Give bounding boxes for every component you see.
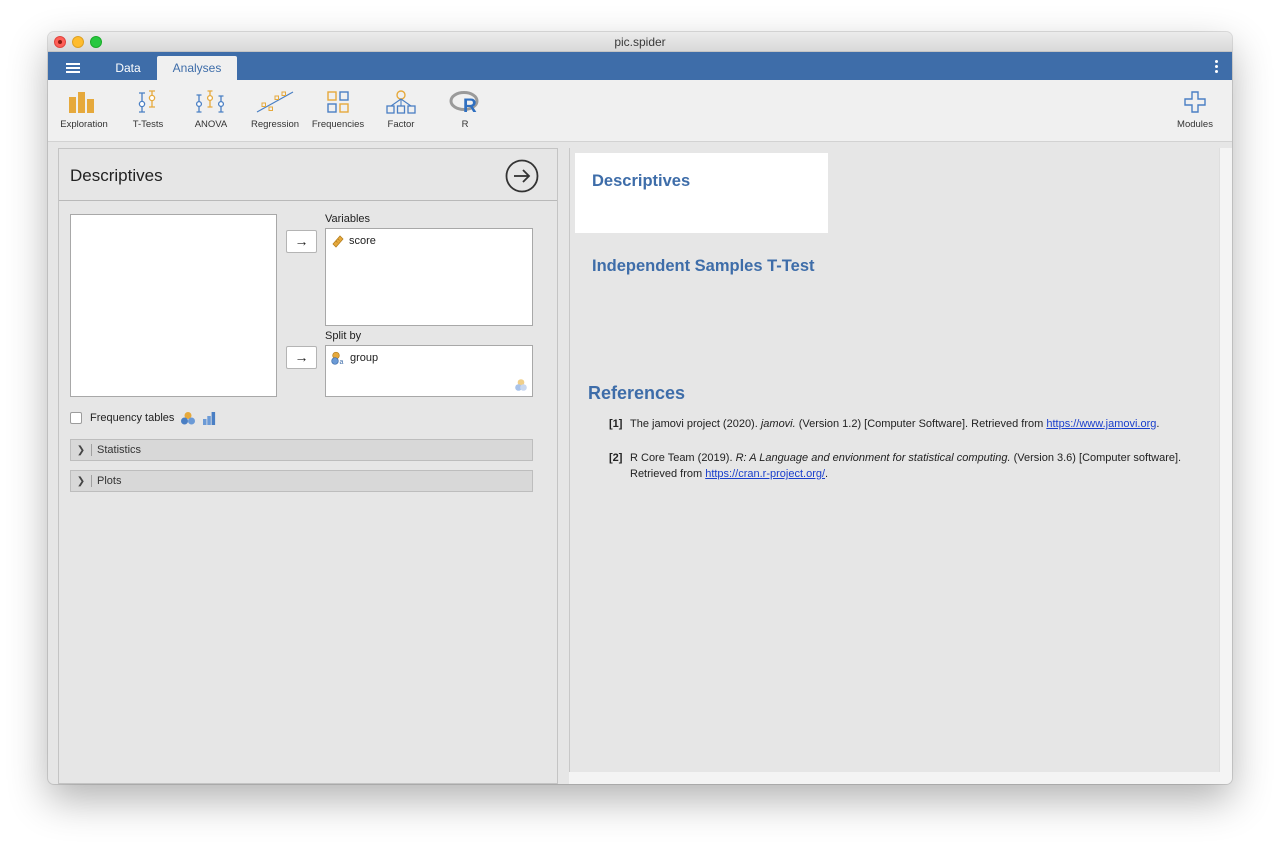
reference-item: [1] The jamovi project (2020). jamovi. (… [609,416,1194,432]
factor-button[interactable]: Factor [369,90,433,130]
variables-label: Variables [325,213,371,225]
title-bar: pic.spider [48,32,1232,52]
reference-number: [1] [609,418,623,430]
variable-name: group [350,352,379,364]
r-label: R [461,119,469,130]
variable-name: score [349,235,376,247]
variables-list[interactable]: score [325,228,533,326]
reference-item: [2] R Core Team (2019). R: A Language an… [609,450,1194,482]
t-tests-button[interactable]: T-Tests [116,90,180,130]
anova-icon [195,90,225,113]
frequencies-label: Frequencies [311,119,365,130]
continuous-variable-icon [332,235,344,248]
results-scrollbar[interactable] [1219,148,1232,772]
reference-link[interactable]: https://cran.r-project.org/ [705,468,825,480]
options-title: Descriptives [70,166,163,185]
options-panel: Descriptives → Variables score → Split b… [58,148,558,784]
modules-button[interactable]: Modules [1163,90,1227,130]
reference-text: The jamovi project (2020). jamovi. (Vers… [630,418,1160,430]
nominal-variable-icon: a [331,351,344,365]
plots-section-label: Plots [97,475,122,487]
reference-link[interactable]: https://www.jamovi.org [1046,418,1156,430]
regression-label: Regression [250,119,300,130]
ttest-heading[interactable]: Independent Samples T-Test [592,257,814,276]
bar-chart-icon [203,412,216,425]
factor-icon [386,90,416,114]
t-tests-icon [138,90,156,113]
reference-text: R Core Team (2019). R: A Language and en… [630,452,1182,480]
window-title: pic.spider [614,35,666,49]
plus-icon [1184,91,1206,113]
svg-text:R: R [463,96,477,114]
analysis-ribbon: Exploration T-Tests ANOVA Regression Fre… [48,80,1232,142]
frequencies-icon [327,91,349,113]
tab-data[interactable]: Data [106,56,150,80]
chevron-right-icon: ❯ [76,444,86,456]
options-header: Descriptives [59,149,557,201]
plots-section-toggle[interactable]: ❯ Plots [70,470,533,492]
list-item[interactable]: score [331,233,376,249]
nominal-drop-hint-icon [515,379,527,391]
exploration-icon [69,92,94,113]
svg-text:a: a [340,359,344,365]
descriptives-heading[interactable]: Descriptives [592,172,690,191]
results-footer [569,772,1232,784]
move-to-variables-button[interactable]: → [286,230,317,253]
nominal-types-icon [181,412,196,425]
anova-button[interactable]: ANOVA [179,90,243,130]
split-by-list[interactable]: a group [325,345,533,397]
split-by-label: Split by [325,330,362,342]
r-button[interactable]: R R [433,90,497,130]
exploration-label: Exploration [60,119,108,130]
frequency-tables-label: Frequency tables [90,412,175,424]
references-heading: References [588,383,686,403]
regression-button[interactable]: Regression [243,90,307,130]
frequencies-button[interactable]: Frequencies [306,90,370,130]
chevron-right-icon: ❯ [76,475,86,487]
divider [91,475,92,487]
statistics-section-toggle[interactable]: ❯ Statistics [70,439,533,461]
divider [91,444,92,456]
more-options-icon[interactable] [1212,60,1220,74]
list-item[interactable]: a group [331,350,378,366]
statistics-section-label: Statistics [97,444,142,456]
reference-number: [2] [609,452,623,464]
arrow-right-circle-icon[interactable] [505,159,539,193]
frequency-tables-option[interactable]: Frequency tables [70,410,216,426]
r-icon: R [449,91,479,114]
modules-label: Modules [1177,119,1213,130]
menu-bar: Data Analyses [48,52,1232,80]
tab-analyses[interactable]: Analyses [157,56,237,80]
t-tests-label: T-Tests [132,119,164,130]
exploration-button[interactable]: Exploration [52,90,116,130]
descriptives-result-card[interactable] [575,153,828,233]
factor-label: Factor [387,119,415,130]
results-panel: Descriptives Independent Samples T-Test … [569,148,1219,772]
move-to-split-button[interactable]: → [286,346,317,369]
available-variables-list[interactable] [70,214,277,397]
regression-icon [256,91,294,113]
menu-icon[interactable] [66,63,80,73]
anova-label: ANOVA [194,119,228,130]
app-window: pic.spider Data Analyses Exploration T-T… [48,32,1232,784]
frequency-tables-checkbox[interactable] [70,412,82,424]
